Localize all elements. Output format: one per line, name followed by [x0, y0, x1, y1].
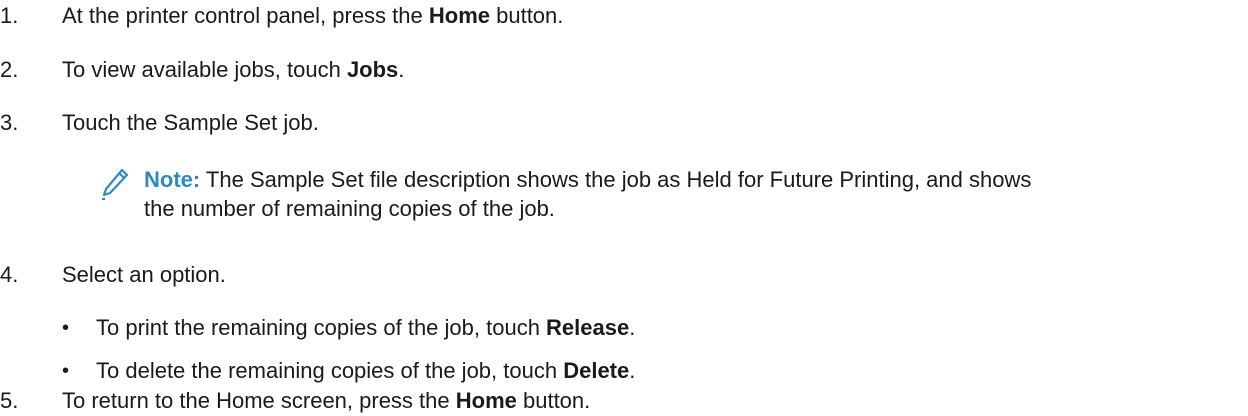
bullet-text: To print the remaining copies of the job…: [96, 313, 635, 343]
note-line-2: the number of remaining copies of the jo…: [144, 196, 555, 221]
step-text-part: To return to the Home screen, press the: [62, 388, 456, 413]
note-line-1: The Sample Set file description shows th…: [200, 167, 1032, 192]
step-number: 4.: [0, 262, 19, 287]
bullet-text-part: To print the remaining copies of the job…: [96, 315, 547, 340]
note-label: Note:: [144, 167, 201, 192]
step-text-bold: Home: [455, 388, 517, 413]
step-text-part: At the printer control panel, press the: [62, 3, 429, 28]
bullet-text: To delete the remaining copies of the jo…: [96, 356, 635, 386]
step-text-bold: Jobs: [346, 57, 399, 82]
step-text-part: button.: [490, 3, 564, 28]
step-text-part: Select an option.: [62, 262, 226, 287]
bullet-text-part: .: [629, 315, 636, 340]
bullet-text-bold: Release: [546, 315, 630, 340]
bullet-icon: •: [62, 360, 70, 382]
step-text: To return to the Home screen, press the …: [62, 386, 590, 416]
bullet-icon: •: [62, 317, 70, 339]
step-text: Select an option.: [62, 260, 226, 290]
bullet-text-bold: Delete: [563, 358, 630, 383]
pencil-icon: [102, 168, 129, 200]
step-number: 1.: [0, 3, 19, 28]
note-text: Note: The Sample Set file description sh…: [144, 165, 1244, 223]
bullet-text-part: To delete the remaining copies of the jo…: [96, 358, 564, 383]
bullet-text-part: .: [629, 358, 636, 383]
step-number: 5.: [0, 388, 19, 413]
step-text-part: .: [398, 57, 405, 82]
step-number: 2.: [0, 57, 19, 82]
step-text: To view available jobs, touch Jobs.: [62, 55, 404, 85]
step-text-bold: Home: [428, 3, 490, 28]
step-text: Touch the Sample Set job.: [62, 108, 319, 138]
step-number: 3.: [0, 110, 19, 135]
step-text-part: button.: [516, 388, 591, 413]
step-text-part: To view available jobs, touch: [62, 57, 347, 82]
step-text: At the printer control panel, press the …: [62, 1, 563, 31]
step-text-part: Touch the Sample Set job.: [62, 110, 319, 135]
